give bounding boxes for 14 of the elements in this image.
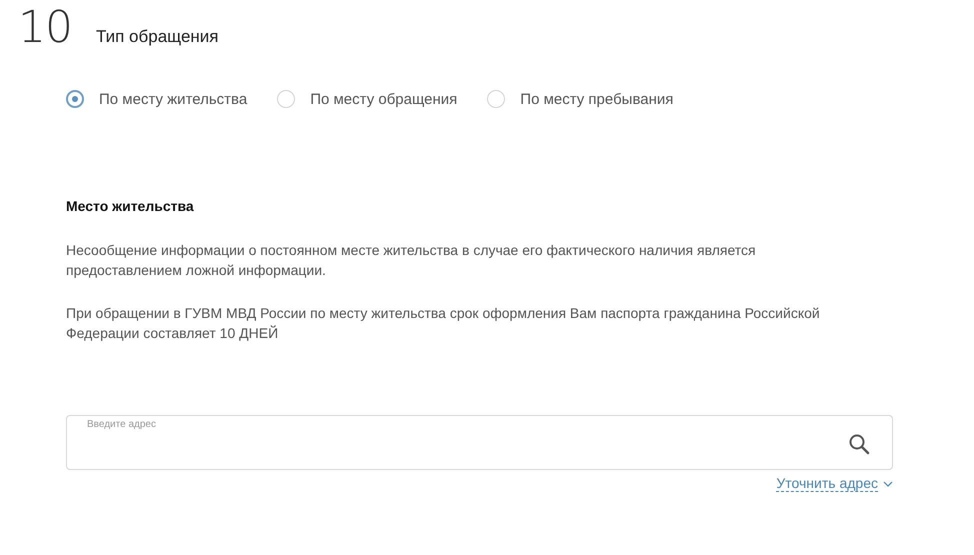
radio-button[interactable] [487,90,506,108]
section-title: Тип обращения [96,27,219,47]
radio-label[interactable]: По месту обращения [310,90,458,108]
info-heading: Место жительства [66,198,195,214]
radio-button[interactable] [66,90,84,108]
step-number: 10 [18,6,72,50]
search-icon[interactable] [848,433,870,455]
radio-label[interactable]: По месту пребывания [520,90,674,108]
refine-address-link[interactable]: Уточнить адрес [776,475,878,492]
radio-label[interactable]: По месту жительства [99,90,248,108]
chevron-down-icon[interactable] [883,480,893,486]
radio-button[interactable] [277,90,296,108]
info-paragraph: При обращении в ГУВМ МВД России по месту жительства срок оформления Вам паспорта гражданина Российской Федерации составляет 10 ДНЕЙ [66,304,821,343]
info-paragraph: Несообщение информации о постоянном месте жительства в случае его фактического наличия является предоставлением ложной информации. [66,241,757,280]
